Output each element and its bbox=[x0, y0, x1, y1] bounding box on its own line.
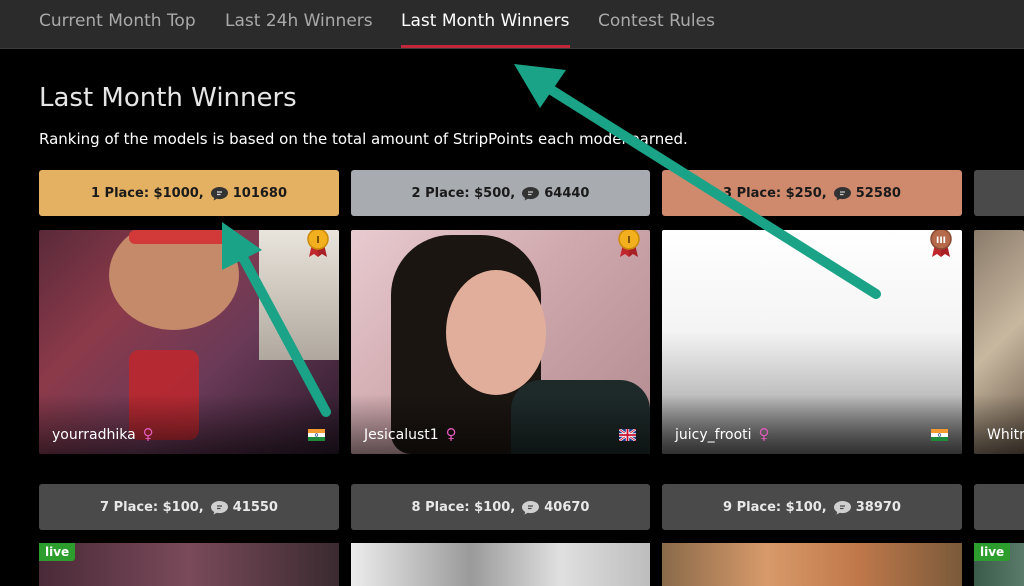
india-flag-icon bbox=[931, 429, 948, 441]
place-10-header-partial bbox=[974, 484, 1024, 530]
chat-bubble-icon bbox=[833, 500, 851, 514]
model-card-jesicalust1[interactable]: I Jesicalust1 ♀ bbox=[351, 230, 650, 454]
gold-medal-icon: I bbox=[618, 230, 640, 257]
female-icon: ♀ bbox=[758, 425, 770, 443]
model-name[interactable]: Whitn bbox=[987, 427, 1024, 443]
card-shade bbox=[39, 394, 339, 454]
place-9-points: 38970 bbox=[855, 499, 901, 515]
model-name-row: Jesicalust1 ♀ bbox=[364, 425, 457, 443]
top-navigation: Current Month Top Last 24h Winners Last … bbox=[0, 0, 1024, 49]
chat-bubble-icon bbox=[833, 186, 851, 200]
india-flag-icon bbox=[308, 429, 325, 441]
place-3-header: 3 Place: $250, 52580 bbox=[662, 170, 962, 216]
card-shade bbox=[662, 394, 962, 454]
page-title: Last Month Winners bbox=[39, 83, 297, 113]
place-2-points: 64440 bbox=[544, 185, 590, 201]
model-card-yourradhika[interactable]: I yourradhika ♀ bbox=[39, 230, 339, 454]
card-shade bbox=[351, 394, 650, 454]
live-badge: live bbox=[974, 543, 1011, 561]
place-7-header: 7 Place: $100, 41550 bbox=[39, 484, 339, 530]
tab-current-month-top[interactable]: Current Month Top bbox=[39, 0, 196, 48]
place-8-points: 40670 bbox=[544, 499, 590, 515]
place-2-label: 2 Place: $500, bbox=[411, 185, 516, 201]
place-3-points: 52580 bbox=[855, 185, 901, 201]
place-4-header-partial bbox=[974, 170, 1024, 216]
female-icon: ♀ bbox=[445, 425, 457, 443]
medal-rank-label: III bbox=[936, 236, 946, 246]
tab-last-month-winners[interactable]: Last Month Winners bbox=[401, 0, 570, 48]
chat-bubble-icon bbox=[210, 186, 228, 200]
place-1-label: 1 Place: $1000, bbox=[90, 185, 204, 201]
model-card-row2-2[interactable] bbox=[351, 543, 650, 586]
gold-medal-icon: I bbox=[307, 230, 329, 257]
model-name[interactable]: yourradhika bbox=[52, 427, 136, 443]
place-3-label: 3 Place: $250, bbox=[723, 185, 827, 201]
place-9-header: 9 Place: $100, 38970 bbox=[662, 484, 962, 530]
place-9-label: 9 Place: $100, bbox=[723, 499, 827, 515]
chat-bubble-icon bbox=[522, 186, 540, 200]
place-8-header: 8 Place: $100, 40670 bbox=[351, 484, 650, 530]
tab-contest-rules[interactable]: Contest Rules bbox=[598, 0, 715, 48]
place-8-label: 8 Place: $100, bbox=[411, 499, 516, 515]
model-name-row: juicy_frooti ♀ bbox=[675, 425, 770, 443]
chat-bubble-icon bbox=[522, 500, 540, 514]
place-1-points: 101680 bbox=[232, 185, 288, 201]
place-7-label: 7 Place: $100, bbox=[100, 499, 204, 515]
chat-bubble-icon bbox=[210, 500, 228, 514]
female-icon: ♀ bbox=[142, 425, 154, 443]
bronze-medal-icon: III bbox=[930, 230, 952, 257]
card-shade bbox=[974, 394, 1024, 454]
medal-rank-label: I bbox=[627, 235, 631, 246]
model-card-row2-4[interactable]: live bbox=[974, 543, 1024, 586]
model-name[interactable]: Jesicalust1 bbox=[364, 427, 439, 443]
place-1-header: 1 Place: $1000, 101680 bbox=[39, 170, 339, 216]
uk-flag-icon bbox=[619, 429, 636, 441]
model-card-row2-1[interactable]: live bbox=[39, 543, 339, 586]
model-photo-detail bbox=[446, 270, 546, 395]
live-badge: live bbox=[39, 543, 76, 561]
tab-last-24h-winners[interactable]: Last 24h Winners bbox=[225, 0, 373, 48]
model-card-partial[interactable]: Whitn bbox=[974, 230, 1024, 454]
place-2-header: 2 Place: $500, 64440 bbox=[351, 170, 650, 216]
page-subtitle: Ranking of the models is based on the to… bbox=[39, 130, 688, 148]
model-name-row: yourradhika ♀ bbox=[52, 425, 154, 443]
model-photo-detail bbox=[129, 230, 229, 244]
model-photo bbox=[109, 230, 239, 330]
model-card-row2-3[interactable] bbox=[662, 543, 962, 586]
place-7-points: 41550 bbox=[232, 499, 278, 515]
model-card-juicy-frooti[interactable]: III juicy_frooti ♀ bbox=[662, 230, 962, 454]
medal-rank-label: I bbox=[316, 235, 320, 246]
model-name[interactable]: juicy_frooti bbox=[675, 427, 752, 443]
